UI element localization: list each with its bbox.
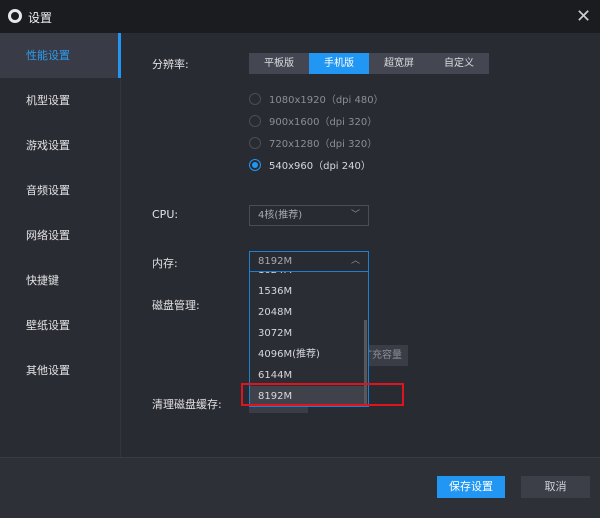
close-icon[interactable]: ✕ bbox=[576, 6, 591, 27]
sidebar-item-performance[interactable]: 性能设置 bbox=[0, 33, 121, 78]
tab-phone[interactable]: 手机版 bbox=[309, 53, 369, 74]
radio-720x1280[interactable]: 720x1280（dpi 320） bbox=[249, 135, 377, 150]
radio-selected-icon bbox=[249, 158, 261, 171]
highlight-box bbox=[241, 383, 404, 406]
sidebar-item-model[interactable]: 机型设置 bbox=[0, 78, 121, 123]
save-button[interactable]: 保存设置 bbox=[437, 476, 505, 498]
disk-label: 磁盘管理: bbox=[152, 299, 200, 312]
radio-label: 900x1600（dpi 320） bbox=[269, 117, 378, 128]
chevron-down-icon: ﹀ bbox=[350, 210, 360, 220]
sidebar-item-wallpaper[interactable]: 壁纸设置 bbox=[0, 303, 121, 348]
chevron-up-icon: ︿ bbox=[350, 256, 360, 266]
cancel-button[interactable]: 取消 bbox=[521, 476, 590, 498]
option-1536m[interactable]: 1536M bbox=[250, 281, 366, 302]
sidebar: 性能设置 机型设置 游戏设置 音频设置 网络设置 快捷键 壁纸设置 其他设置 bbox=[0, 33, 121, 457]
tab-custom[interactable]: 自定义 bbox=[429, 53, 489, 74]
radio-1080x1920[interactable]: 1080x1920（dpi 480） bbox=[249, 91, 384, 106]
cpu-select[interactable]: 4核(推荐) ﹀ bbox=[249, 205, 369, 226]
radio-circle-icon bbox=[249, 114, 261, 127]
resolution-label: 分辨率: bbox=[152, 58, 189, 71]
option-4096m[interactable]: 4096M(推荐) bbox=[250, 344, 366, 365]
radio-540x960[interactable]: 540x960（dpi 240） bbox=[249, 157, 371, 172]
memory-value: 8192M bbox=[258, 256, 293, 267]
sidebar-item-audio[interactable]: 音频设置 bbox=[0, 168, 121, 213]
radio-900x1600[interactable]: 900x1600（dpi 320） bbox=[249, 113, 377, 128]
clear-cache-label: 清理磁盘缓存: bbox=[152, 398, 222, 411]
radio-label: 1080x1920（dpi 480） bbox=[269, 95, 384, 106]
tab-ultrawide[interactable]: 超宽屏 bbox=[369, 53, 429, 74]
resolution-tabs: 平板版 手机版 超宽屏 自定义 bbox=[249, 53, 489, 74]
option-3072m[interactable]: 3072M bbox=[250, 323, 366, 344]
radio-circle-icon bbox=[249, 136, 261, 149]
radio-circle-icon bbox=[249, 92, 261, 105]
memory-label: 内存: bbox=[152, 257, 178, 270]
cpu-value: 4核(推荐) bbox=[258, 210, 303, 221]
window-title: 设置 bbox=[28, 11, 53, 25]
radio-label: 540x960（dpi 240） bbox=[269, 161, 371, 172]
sidebar-item-other[interactable]: 其他设置 bbox=[0, 348, 121, 393]
gear-icon bbox=[8, 9, 22, 23]
option-1024m[interactable]: 1024M bbox=[250, 272, 366, 281]
option-2048m[interactable]: 2048M bbox=[250, 302, 366, 323]
footer bbox=[0, 457, 600, 518]
title-bar: 设置 ✕ bbox=[0, 0, 600, 33]
sidebar-item-game[interactable]: 游戏设置 bbox=[0, 123, 121, 168]
sidebar-item-network[interactable]: 网络设置 bbox=[0, 213, 121, 258]
radio-label: 720x1280（dpi 320） bbox=[269, 139, 378, 150]
cpu-label: CPU: bbox=[152, 208, 179, 221]
tab-tablet[interactable]: 平板版 bbox=[249, 53, 309, 74]
memory-select[interactable]: 8192M ︿ bbox=[249, 251, 369, 272]
sidebar-item-shortcuts[interactable]: 快捷键 bbox=[0, 258, 121, 303]
